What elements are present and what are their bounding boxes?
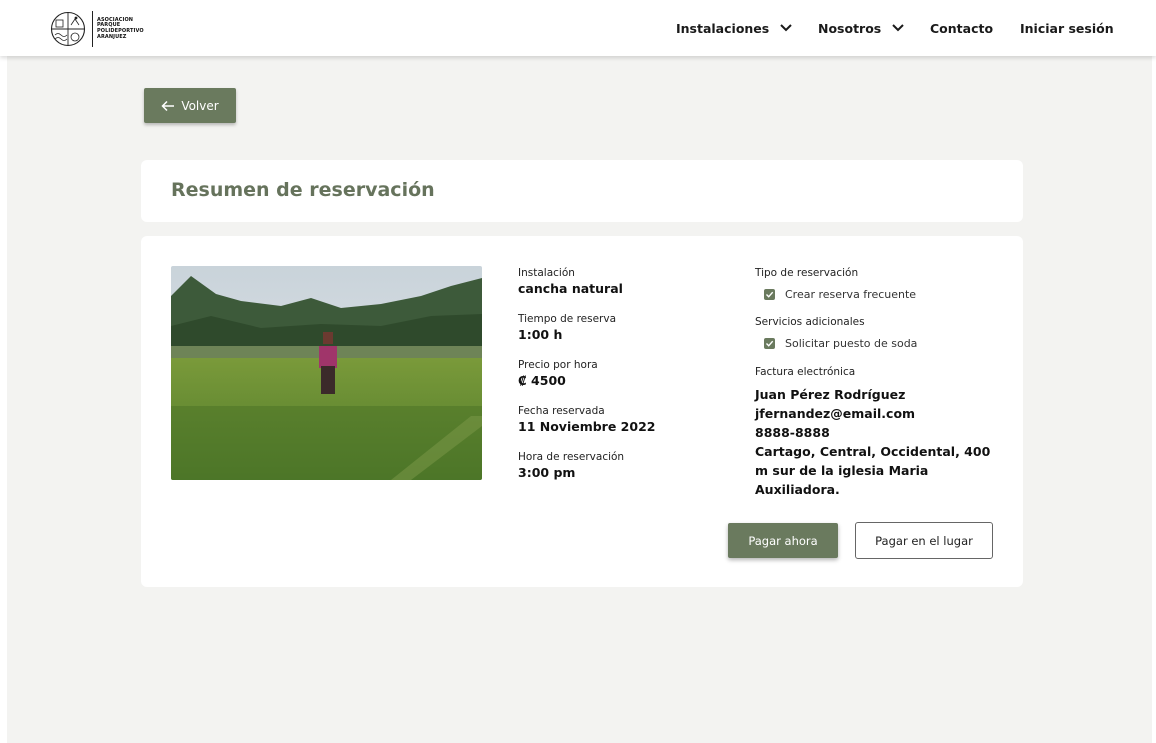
logo-divider	[92, 11, 93, 47]
invoice-address: Cartago, Central, Occidental, 400 m sur …	[755, 444, 991, 497]
reservation-details: Instalación cancha natural Tiempo de res…	[518, 266, 718, 496]
tiempo-value: 1:00 h	[518, 327, 563, 342]
pay-now-button[interactable]: Pagar ahora	[728, 523, 838, 558]
precio-label: Precio por hora	[518, 359, 598, 371]
invoice-phone: 8888-8888	[755, 425, 830, 440]
soda-checkbox-row[interactable]: Solicitar puesto de soda	[764, 335, 1005, 351]
check-icon	[766, 291, 774, 298]
tiempo-label: Tiempo de reserva	[518, 313, 617, 325]
hora-value: 3:00 pm	[518, 465, 576, 480]
summary-title-card: Resumen de reservación	[141, 160, 1023, 222]
page-title: Resumen de reservación	[171, 179, 435, 201]
field-tiempo: Tiempo de reserva 1:00 h	[518, 312, 718, 358]
frame-right-edge	[1152, 0, 1156, 743]
instalacion-label: Instalación	[518, 267, 575, 279]
instalacion-value: cancha natural	[518, 281, 623, 296]
facility-photo-image	[171, 266, 482, 480]
factura-label: Factura electrónica	[755, 366, 856, 378]
nav-nosotros[interactable]: Nosotros	[818, 0, 905, 56]
nav-contacto-label: Contacto	[930, 20, 994, 36]
field-fecha: Fecha reservada 11 Noviembre 2022	[518, 404, 718, 450]
invoice-name: Juan Pérez Rodríguez	[755, 387, 906, 402]
fecha-value: 11 Noviembre 2022	[518, 419, 656, 434]
nav-instalaciones[interactable]: Instalaciones	[676, 0, 793, 56]
servicios-adicionales-label: Servicios adicionales	[755, 316, 865, 328]
page: ASOCIACION PARQUE POLIDEPORTIVO ARANJUEZ…	[0, 0, 1156, 743]
chevron-down-icon	[780, 24, 792, 32]
precio-value: ₡ 4500	[518, 373, 566, 388]
logo-wordmark: ASOCIACION PARQUE POLIDEPORTIVO ARANJUEZ	[97, 17, 157, 40]
nav-nosotros-label: Nosotros	[818, 20, 882, 36]
frecuente-checkbox[interactable]	[764, 288, 775, 300]
check-icon	[766, 340, 774, 347]
nav-contacto[interactable]: Contacto	[930, 0, 993, 56]
arrow-left-icon	[161, 100, 175, 111]
reservation-options: Tipo de reservación Crear reserva frecue…	[755, 266, 1005, 499]
brand-logo[interactable]: ASOCIACION PARQUE POLIDEPORTIVO ARANJUEZ	[49, 11, 157, 47]
facility-photo	[171, 266, 482, 480]
tipo-reservacion-label: Tipo de reservación	[755, 267, 859, 279]
logo-emblem-icon	[50, 11, 86, 47]
invoice-email: jfernandez@email.com	[755, 406, 916, 421]
logo-line: ARANJUEZ	[97, 33, 127, 40]
nav-login-label: Iniciar sesión	[1020, 20, 1114, 36]
back-button-label: Volver	[181, 98, 219, 113]
nav-login[interactable]: Iniciar sesión	[1020, 0, 1114, 56]
fecha-label: Fecha reservada	[518, 405, 605, 417]
soda-checkbox[interactable]	[764, 337, 775, 349]
field-hora: Hora de reservación 3:00 pm	[518, 450, 718, 496]
pay-on-site-button[interactable]: Pagar en el lugar	[855, 522, 993, 559]
field-precio: Precio por hora ₡ 4500	[518, 358, 718, 404]
back-button[interactable]: Volver	[144, 88, 236, 123]
field-instalacion: Instalación cancha natural	[518, 266, 718, 312]
frecuente-checkbox-row[interactable]: Crear reserva frecuente	[764, 286, 1005, 302]
soda-checkbox-label: Solicitar puesto de soda	[785, 336, 918, 350]
chevron-down-icon	[892, 24, 904, 32]
nav-instalaciones-label: Instalaciones	[676, 20, 770, 36]
hora-label: Hora de reservación	[518, 451, 625, 463]
top-navbar: ASOCIACION PARQUE POLIDEPORTIVO ARANJUEZ…	[0, 0, 1156, 56]
frame-left-edge	[0, 0, 7, 743]
invoice-details: Juan Pérez Rodríguez jfernandez@email.co…	[755, 385, 995, 499]
frecuente-checkbox-label: Crear reserva frecuente	[785, 287, 917, 301]
reservation-summary-card: Instalación cancha natural Tiempo de res…	[141, 236, 1023, 587]
